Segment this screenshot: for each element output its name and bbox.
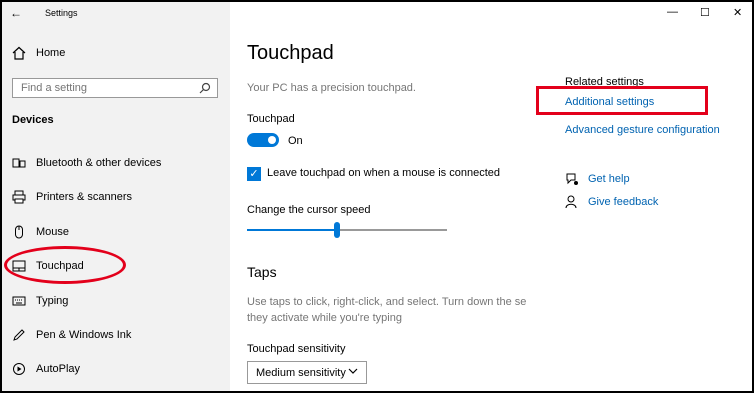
home-icon (12, 46, 26, 60)
home-nav-item[interactable]: Home (12, 46, 65, 60)
toggle-state-label: On (288, 135, 303, 147)
sidebar-item-label: Mouse (36, 226, 70, 238)
cursor-speed-label: Change the cursor speed (247, 204, 371, 216)
touchpad-toggle-label: Touchpad (247, 113, 295, 125)
touchpad-toggle[interactable] (247, 133, 279, 147)
sidebar-item-printers[interactable]: Printers & scanners (12, 188, 132, 206)
maximize-icon[interactable]: ☐ (700, 6, 710, 19)
sensitivity-label: Touchpad sensitivity (247, 343, 346, 355)
search-input[interactable] (21, 82, 191, 94)
precision-status: Your PC has a precision touchpad. (247, 82, 416, 94)
sidebar-item-label: Pen & Windows Ink (36, 329, 132, 341)
cursor-speed-fill (247, 229, 336, 231)
printer-icon (12, 190, 26, 204)
leave-on-checkbox[interactable]: ✓ (247, 167, 261, 181)
advanced-gesture-link[interactable]: Advanced gesture configuration (565, 124, 720, 136)
sidebar: ← Settings Home Devices Bluetooth & othe… (2, 2, 230, 391)
mouse-icon (12, 225, 26, 239)
highlight-rect-additional-settings (536, 86, 708, 115)
sidebar-item-mouse[interactable]: Mouse (12, 223, 69, 241)
sidebar-item-bluetooth[interactable]: Bluetooth & other devices (12, 154, 161, 172)
close-icon[interactable]: ✕ (733, 6, 742, 19)
window-title: Settings (45, 8, 78, 18)
main-content: — ☐ ✕ Touchpad Your PC has a precision t… (230, 2, 752, 391)
taps-description-line1: Use taps to click, right-click, and sele… (247, 296, 527, 308)
sidebar-item-label: Bluetooth & other devices (36, 157, 162, 169)
give-feedback-icon (565, 195, 579, 214)
sidebar-item-pen[interactable]: Pen & Windows Ink (12, 326, 131, 344)
sidebar-item-typing[interactable]: Typing (12, 292, 68, 310)
home-label: Home (36, 47, 66, 59)
toggle-knob (268, 136, 276, 144)
checkmark-icon: ✓ (249, 168, 259, 180)
sidebar-section-heading: Devices (12, 114, 54, 126)
sensitivity-dropdown[interactable]: Medium sensitivity (247, 361, 367, 384)
keyboard-icon (12, 294, 26, 308)
settings-window: ← Settings Home Devices Bluetooth & othe… (0, 0, 754, 393)
search-box[interactable] (12, 78, 218, 98)
give-feedback-link[interactable]: Give feedback (588, 196, 658, 208)
sidebar-item-label: AutoPlay (36, 363, 81, 375)
minimize-icon[interactable]: — (667, 6, 678, 18)
get-help-icon (565, 172, 579, 191)
chevron-down-icon (348, 366, 358, 379)
taps-heading: Taps (247, 264, 277, 280)
bluetooth-icon (12, 156, 26, 170)
pen-icon (12, 328, 26, 342)
sidebar-item-label: Printers & scanners (36, 191, 132, 203)
sidebar-item-autoplay[interactable]: AutoPlay (12, 360, 80, 378)
cursor-speed-thumb[interactable] (334, 222, 340, 238)
leave-on-label: Leave touchpad on when a mouse is connec… (267, 167, 500, 179)
highlight-ellipse-touchpad (4, 246, 126, 284)
search-icon[interactable] (199, 82, 211, 97)
taps-description-line2: they activate while you're typing (247, 312, 402, 324)
page-title: Touchpad (247, 42, 334, 64)
get-help-link[interactable]: Get help (588, 173, 630, 185)
autoplay-icon (12, 362, 26, 376)
back-arrow-icon[interactable]: ← (10, 6, 26, 20)
sidebar-item-label: Typing (36, 295, 69, 307)
sensitivity-value: Medium sensitivity (256, 367, 346, 379)
